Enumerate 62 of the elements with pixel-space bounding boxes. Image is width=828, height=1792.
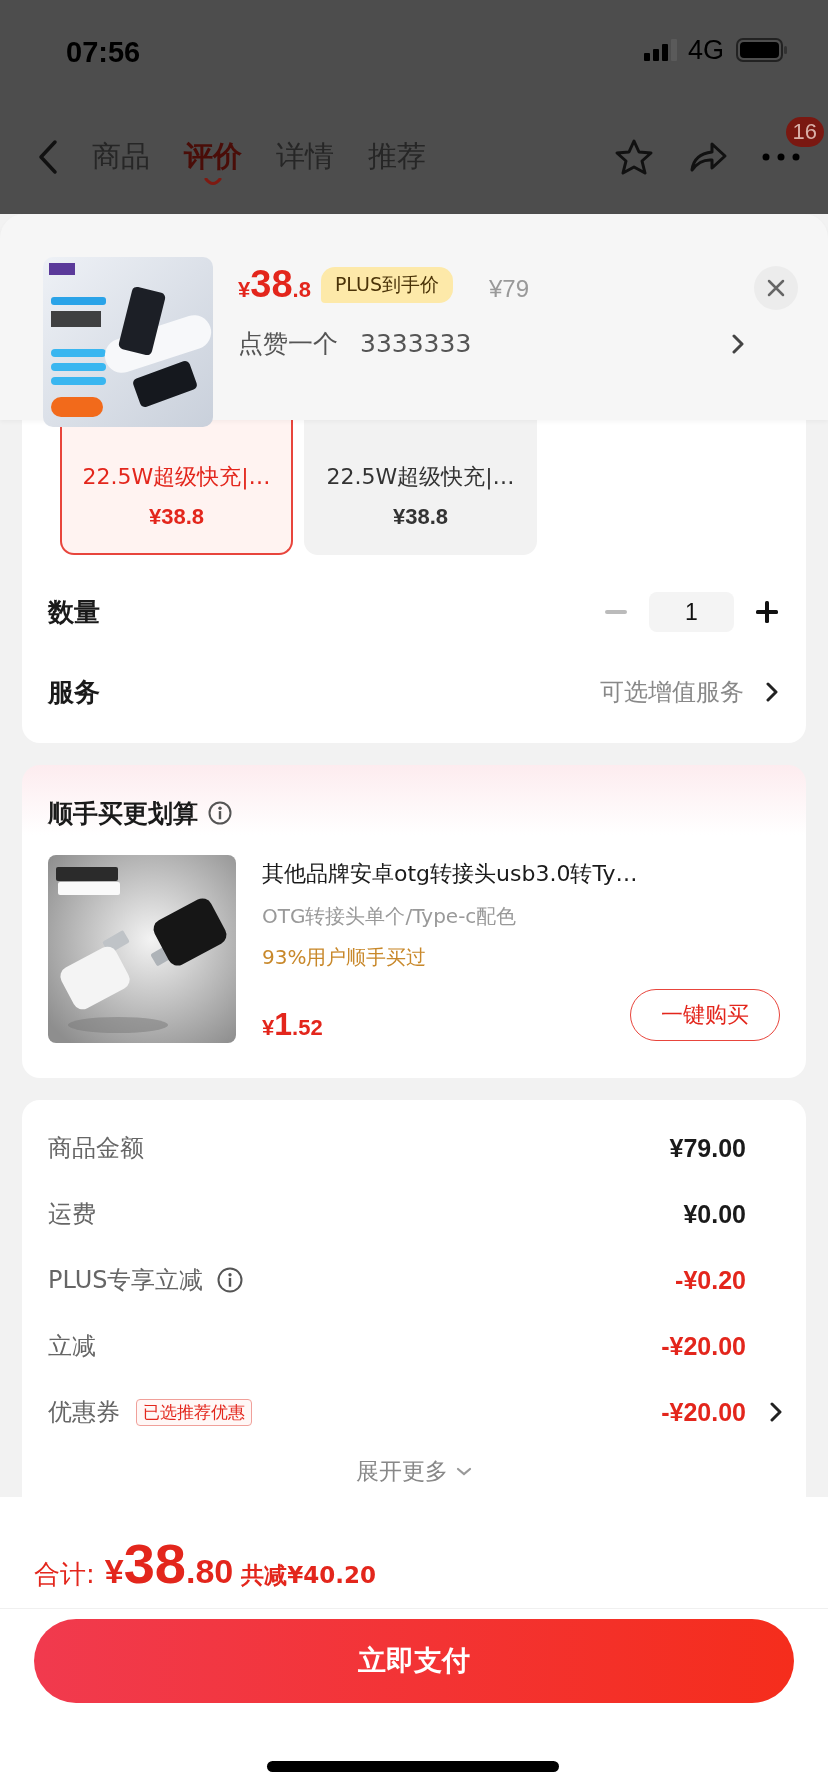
total-integer: 38 (123, 1531, 186, 1596)
price-integer: 1 (274, 1006, 293, 1043)
network-label: 4G (687, 34, 724, 66)
clock-time: 07:56 (66, 35, 141, 69)
section-title: 顺手买更划算 (48, 797, 198, 830)
chevron-down-icon (456, 1466, 472, 1476)
decrease-button[interactable] (605, 610, 627, 614)
summary-value: -¥20.00 (661, 1331, 746, 1361)
close-icon (766, 278, 786, 298)
summary-label: PLUS专享立减 (48, 1265, 204, 1296)
buy-button[interactable]: 一键购买 (630, 989, 780, 1041)
summary-label: 商品金额 (48, 1133, 144, 1164)
price-decimal: .52 (292, 1015, 323, 1041)
chevron-right-icon (732, 333, 744, 354)
summary-value: -¥20.00 (661, 1397, 746, 1427)
currency-symbol: ¥ (104, 1552, 124, 1591)
product-title[interactable]: 其他品牌安卓otg转接头usb3.0转Ty… (262, 859, 780, 889)
summary-label: 优惠券 (48, 1397, 120, 1428)
service-value[interactable]: 可选增值服务 (600, 676, 744, 708)
spec-value: 3333333 (360, 329, 472, 358)
back-icon (38, 139, 58, 175)
expand-more-button[interactable]: 展开更多 (356, 1455, 472, 1487)
share-icon (688, 140, 728, 174)
close-button[interactable] (754, 266, 798, 310)
price-decimal: .8 (292, 277, 311, 303)
smile-icon (204, 178, 222, 187)
count-badge: 16 (785, 117, 824, 147)
currency-symbol: ¥ (238, 277, 251, 303)
total-savings: 共减¥40.20 (241, 1561, 376, 1590)
service-label: 服务 (48, 675, 100, 709)
summary-value: ¥79.00 (669, 1133, 746, 1163)
purchase-note: 93%用户顺手买过 (262, 944, 428, 971)
favorite-button[interactable] (614, 138, 654, 176)
price-integer: 38 (250, 263, 293, 306)
selected-spec: 点赞一个 (238, 328, 338, 360)
pay-button[interactable]: 立即支付 (34, 1619, 794, 1703)
summary-label: 运费 (48, 1199, 96, 1230)
variant-option[interactable]: 22.5W超级快充|… ¥38.8 (304, 420, 537, 555)
more-icon (762, 153, 800, 161)
battery-icon (736, 38, 788, 62)
summary-label: 立减 (48, 1331, 96, 1362)
share-button[interactable] (688, 140, 728, 174)
plus-icon (756, 601, 778, 623)
summary-value: ¥0.00 (683, 1199, 746, 1229)
original-price: ¥79 (488, 275, 529, 303)
product-spec: OTG转接头单个/Type-c配色 (262, 903, 518, 930)
price-tag: PLUS到手价 (320, 267, 453, 303)
star-icon (614, 138, 654, 176)
more-button[interactable] (762, 153, 800, 161)
minus-icon (605, 610, 627, 614)
coupon-tag: 已选推荐优惠 (136, 1398, 252, 1426)
currency-symbol: ¥ (262, 1015, 275, 1041)
summary-value: -¥0.20 (675, 1265, 746, 1295)
chevron-right-icon (766, 682, 778, 702)
info-icon (208, 801, 232, 825)
total-decimal: .80 (186, 1552, 234, 1591)
increase-button[interactable] (756, 601, 778, 623)
quantity-label: 数量 (48, 595, 100, 629)
quantity-field[interactable]: 1 (649, 592, 734, 632)
signal-icon (643, 39, 678, 61)
variant-option[interactable]: 22.5W超级快充|… ¥38.8 (60, 420, 293, 555)
total-label: 合计: (34, 1558, 95, 1591)
